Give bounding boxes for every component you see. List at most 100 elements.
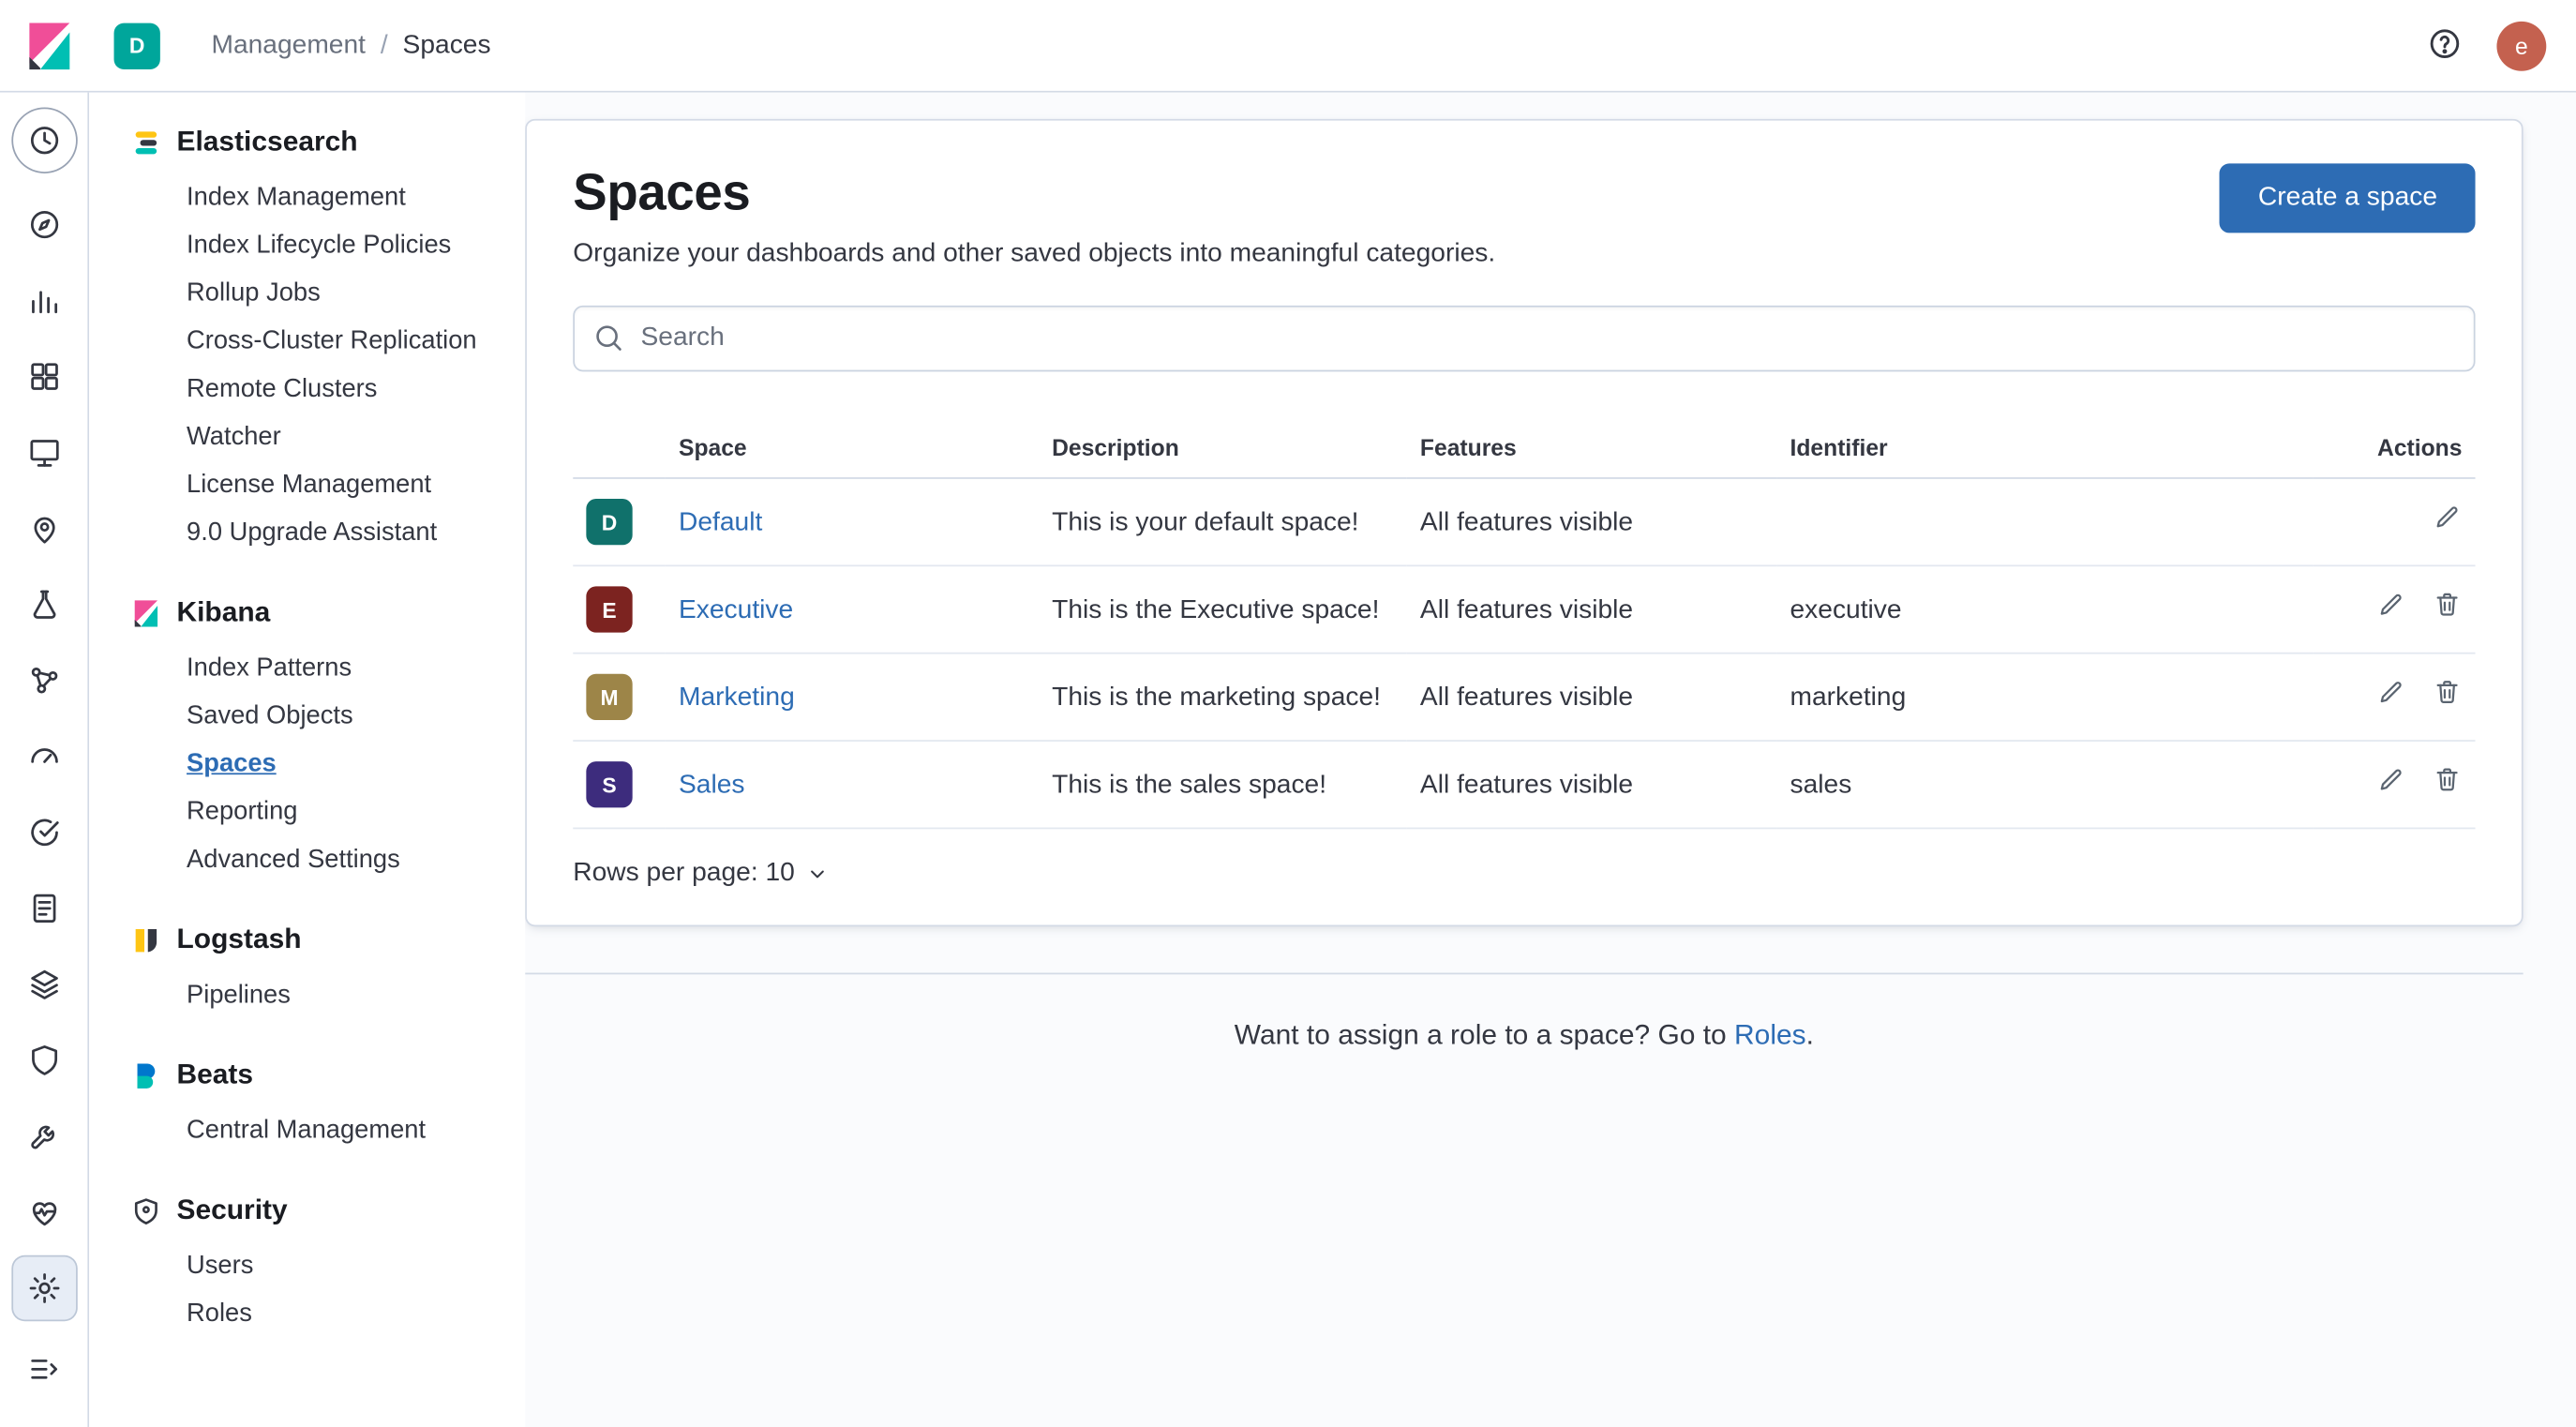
space-avatar: M	[586, 674, 632, 720]
stack-monitoring-icon	[25, 1194, 62, 1231]
dev-tools-icon	[25, 1119, 62, 1155]
space-description: This is the sales space!	[1039, 741, 1407, 828]
nav-maps-button[interactable]	[12, 497, 75, 560]
space-row-default: DDefaultThis is your default space!All f…	[573, 478, 2475, 565]
nav-recently-viewed-button[interactable]	[12, 109, 75, 172]
nav-discover-button[interactable]	[12, 193, 75, 256]
sidenav-item-watcher[interactable]: Watcher	[187, 413, 281, 460]
rows-per-page-button[interactable]: Rows per page: 10	[573, 859, 831, 889]
space-features: All features visible	[1407, 565, 1777, 653]
space-features: All features visible	[1407, 653, 1777, 741]
sidenav-item-remote-clusters[interactable]: Remote Clusters	[187, 365, 377, 413]
sidenav-item-roles[interactable]: Roles	[187, 1290, 252, 1338]
sidenav-item-reporting[interactable]: Reporting	[187, 788, 297, 835]
sidenav-row: 9.0 Upgrade Assistant	[187, 509, 525, 557]
delete-space-button[interactable]	[2433, 676, 2463, 711]
page-subtitle: Organize your dashboards and other saved…	[573, 239, 1495, 269]
nav-section-security: SecurityUsersRoles	[132, 1194, 525, 1338]
delete-space-button[interactable]	[2433, 764, 2463, 799]
sidenav-item-advanced-settings[interactable]: Advanced Settings	[187, 835, 400, 883]
sidenav-row: Remote Clusters	[187, 365, 525, 413]
edit-space-button[interactable]	[2433, 502, 2463, 536]
sidenav-item-saved-objects[interactable]: Saved Objects	[187, 692, 353, 740]
nav-apm-button[interactable]	[12, 725, 75, 788]
col-identifier: Identifier	[1776, 418, 2314, 478]
nav-uptime-button[interactable]	[12, 801, 75, 864]
nav-section-elasticsearch: ElasticsearchIndex ManagementIndex Lifec…	[132, 126, 525, 557]
space-avatar: D	[586, 499, 632, 545]
space-identifier: marketing	[1776, 653, 2314, 741]
section-header-kibana: Kibana	[132, 596, 525, 629]
sidenav-item-rollup-jobs[interactable]: Rollup Jobs	[187, 269, 321, 317]
nav-canvas-button[interactable]	[12, 421, 75, 484]
kibana-logo[interactable]	[24, 21, 74, 70]
machine-learning-icon	[25, 586, 62, 623]
space-link-sales[interactable]: Sales	[679, 771, 745, 799]
active-space-badge[interactable]: D	[114, 23, 160, 68]
nav-metrics-button[interactable]	[12, 953, 75, 1015]
sidenav-row: Watcher	[187, 413, 525, 460]
collapse-menu-button[interactable]	[12, 1338, 75, 1401]
col-features: Features	[1407, 418, 1777, 478]
edit-space-button[interactable]	[2376, 589, 2406, 623]
create-space-button[interactable]: Create a space	[2220, 163, 2475, 233]
pencil-icon	[2433, 502, 2463, 532]
sidenav-item-cross-cluster-replication[interactable]: Cross-Cluster Replication	[187, 317, 477, 365]
search-input[interactable]	[573, 306, 2475, 371]
trash-icon	[2433, 589, 2463, 619]
roles-link[interactable]: Roles	[1734, 1019, 1806, 1050]
space-link-default[interactable]: Default	[679, 508, 762, 536]
sidenav-item-index-patterns[interactable]: Index Patterns	[187, 644, 352, 692]
section-header-beats: Beats	[132, 1059, 525, 1091]
sidenav-item-license-management[interactable]: License Management	[187, 460, 431, 508]
nav-visualize-button[interactable]	[12, 269, 75, 332]
nav-graph-button[interactable]	[12, 649, 75, 712]
sidenav-item-index-lifecycle-policies[interactable]: Index Lifecycle Policies	[187, 221, 451, 269]
nav-siem-button[interactable]	[12, 1029, 75, 1091]
kibana-app: D Management / Spaces e ElasticsearchInd…	[0, 0, 2576, 1427]
sidenav-item-9-0-upgrade-assistant[interactable]: 9.0 Upgrade Assistant	[187, 509, 437, 557]
space-avatar: S	[586, 761, 632, 807]
kibana-logo-icon	[132, 599, 160, 627]
col-description: Description	[1039, 418, 1407, 478]
space-actions	[2314, 741, 2476, 828]
edit-space-button[interactable]	[2376, 764, 2406, 799]
nav-dashboard-button[interactable]	[12, 345, 75, 408]
space-link-executive[interactable]: Executive	[679, 595, 793, 623]
nav-stack-monitoring-button[interactable]	[12, 1181, 75, 1244]
sidenav-item-users[interactable]: Users	[187, 1242, 253, 1290]
recently-viewed-icon	[25, 122, 62, 158]
top-bar: D Management / Spaces e	[0, 0, 2576, 93]
sidenav-item-pipelines[interactable]: Pipelines	[187, 971, 291, 1019]
sidenav-item-central-management[interactable]: Central Management	[187, 1106, 426, 1154]
collapse-menu-icon	[25, 1351, 62, 1388]
search-bar	[573, 306, 2475, 371]
pencil-icon	[2376, 764, 2406, 794]
nav-machine-learning-button[interactable]	[12, 573, 75, 636]
sidenav-item-index-management[interactable]: Index Management	[187, 173, 406, 221]
delete-space-button[interactable]	[2433, 589, 2463, 623]
user-avatar[interactable]: e	[2496, 21, 2546, 70]
nav-dev-tools-button[interactable]	[12, 1104, 75, 1167]
help-button[interactable]	[2426, 24, 2464, 68]
roles-cta-text: Want to assign a role to a space? Go to	[1235, 1019, 1734, 1050]
table-header-row: SpaceDescriptionFeaturesIdentifierAction…	[573, 418, 2475, 478]
breadcrumb-management[interactable]: Management	[211, 31, 366, 61]
trash-icon	[2433, 676, 2463, 706]
top-bar-left: D Management / Spaces	[24, 21, 490, 70]
content-divider	[525, 973, 2523, 975]
col-space: Space	[666, 418, 1039, 478]
elasticsearch-logo-icon	[132, 128, 160, 157]
search-icon	[592, 321, 626, 355]
sidenav-item-spaces[interactable]: Spaces	[187, 740, 277, 788]
nav-logs-button[interactable]	[12, 877, 75, 939]
space-link-marketing[interactable]: Marketing	[679, 683, 795, 711]
section-title: Kibana	[176, 596, 270, 629]
nav-section-logstash: LogstashPipelines	[132, 924, 525, 1019]
chevron-down-icon	[804, 861, 831, 887]
spaces-panel: Spaces Organize your dashboards and othe…	[525, 119, 2523, 926]
edit-space-button[interactable]	[2376, 676, 2406, 711]
nav-management-button[interactable]	[12, 1257, 75, 1320]
canvas-icon	[25, 434, 62, 471]
pencil-icon	[2376, 589, 2406, 619]
